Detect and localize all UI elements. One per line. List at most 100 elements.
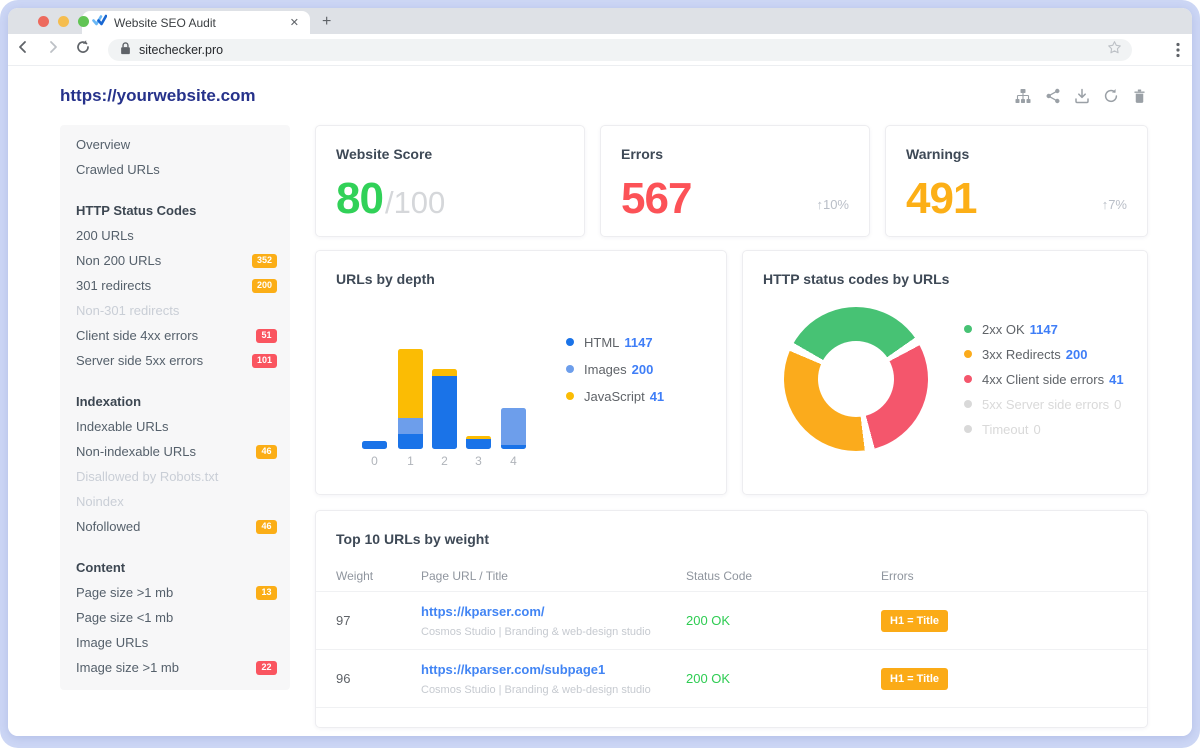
minimize-window-button[interactable] [58, 16, 69, 27]
star-icon[interactable] [1107, 40, 1122, 60]
legend-value: 1147 [1030, 322, 1058, 337]
legend-value: 200 [632, 362, 654, 377]
donut-legend-item-4xx-client-side-errors[interactable]: 4xx Client side errors41 [964, 372, 1124, 386]
legend-value: 200 [1066, 347, 1088, 362]
donut-legend-item-3xx-redirects[interactable]: 3xx Redirects 200 [964, 347, 1124, 361]
legend-dot [566, 338, 574, 346]
sidebar-item-page-size-1-mb[interactable]: Page size >1 mb 13 [60, 580, 290, 605]
share-icon[interactable] [1045, 88, 1061, 104]
bar-legend-item-images[interactable]: Images 200 [566, 362, 664, 376]
lock-icon[interactable] [120, 41, 131, 60]
tab-title: Website SEO Audit [114, 16, 287, 30]
menu-dots-icon[interactable] [1176, 42, 1180, 63]
table-body: 97https://kparser.com/Cosmos Studio | Br… [316, 592, 1147, 708]
legend-value: 1147 [624, 335, 652, 350]
legend-label: 3xx Redirects [982, 347, 1061, 362]
donut-legend-item-2xx-ok[interactable]: 2xx OK1147 [964, 322, 1124, 336]
refresh-icon[interactable] [1103, 88, 1119, 104]
summary-card-title: Errors [621, 146, 663, 162]
legend-label: 5xx Server side errors [982, 397, 1109, 412]
sidebar-item-indexable-urls[interactable]: Indexable URLs [60, 414, 290, 439]
new-tab-button[interactable]: + [322, 13, 331, 31]
legend-dot [964, 425, 972, 433]
sidebar-item-200-urls[interactable]: 200 URLs [60, 223, 290, 248]
sidebar-section-content: Content [60, 555, 290, 580]
bar-depth-1 [398, 349, 423, 449]
sidebar-item-label: Content [76, 560, 125, 575]
page-action-buttons [1014, 88, 1147, 104]
sidebar-item-nofollowed[interactable]: Nofollowed46 [60, 514, 290, 539]
count-badge: 352 [252, 254, 277, 268]
reload-icon[interactable] [68, 39, 98, 60]
donut-chart-title: HTTP status codes by URLs [763, 271, 949, 287]
bar-legend-item-html[interactable]: HTML1147 [566, 335, 664, 349]
count-badge: 22 [256, 661, 277, 675]
column-header-errors: Errors [881, 569, 1127, 583]
cell-status-code: 200 OK [686, 613, 881, 628]
url-bar[interactable]: sitechecker.pro [108, 39, 1132, 61]
count-badge: 101 [252, 354, 277, 368]
cell-errors: H1 = Title [881, 668, 1127, 690]
donut-legend-item-timeout: Timeout0 [964, 422, 1124, 436]
legend-label: Images [584, 362, 627, 377]
table-row: 96https://kparser.com/subpage1Cosmos Stu… [316, 650, 1147, 708]
donut-chart [784, 307, 928, 451]
bar-segment-javascript [398, 349, 423, 418]
bar-segment-javascript [432, 369, 457, 376]
maximize-window-button[interactable] [78, 16, 89, 27]
sidebar-item-image-urls[interactable]: Image URLs [60, 630, 290, 655]
sidebar-item-overview[interactable]: Overview [60, 132, 290, 157]
close-tab-icon[interactable]: ✕ [287, 16, 302, 29]
count-badge: 13 [256, 586, 277, 600]
trash-icon[interactable] [1132, 88, 1147, 104]
cell-weight: 97 [336, 613, 421, 628]
browser-tab[interactable]: Website SEO Audit ✕ [82, 11, 310, 34]
bar-legend-item-javascript[interactable]: JavaScript41 [566, 389, 664, 403]
desktop-frame: Website SEO Audit ✕ + sitechecker.pro [0, 0, 1200, 748]
sitemap-icon[interactable] [1014, 88, 1032, 104]
sidebar-item-page-size-1-mb[interactable]: Page size <1 mb [60, 605, 290, 630]
summary-value-row: 80/100 [336, 174, 445, 224]
sidebar-section-indexation: Indexation [60, 389, 290, 414]
page-url-link[interactable]: https://kparser.com/ [421, 604, 545, 619]
count-badge: 46 [256, 445, 277, 459]
x-axis-label: 0 [362, 454, 387, 468]
browser-window: Website SEO Audit ✕ + sitechecker.pro [8, 8, 1192, 736]
summary-delta: ↑10% [816, 197, 849, 212]
sidebar-item-non-200-urls[interactable]: Non 200 URLs 352 [60, 248, 290, 273]
sidebar-item-client-side-4xx-errors[interactable]: Client side 4xx errors51 [60, 323, 290, 348]
summary-row: Website Score80/100Errors567↑10%Warnings… [315, 125, 1148, 237]
sidebar-item-301-redirects[interactable]: 301 redirects200 [60, 273, 290, 298]
close-window-button[interactable] [38, 16, 49, 27]
audited-site-url: https://yourwebsite.com [60, 86, 256, 106]
page-title-subtext: Cosmos Studio | Branding & web-design st… [421, 626, 686, 638]
sidebar-item-image-size-1-mb[interactable]: Image size >1 mb22 [60, 655, 290, 680]
back-icon[interactable] [8, 39, 38, 60]
sidebar-item-non-indexable-urls[interactable]: Non-indexable URLs46 [60, 439, 290, 464]
table-header-row: Weight Page URL / Title Status Code Erro… [316, 561, 1147, 592]
page-url-link[interactable]: https://kparser.com/subpage1 [421, 662, 605, 677]
summary-value: 491 [906, 174, 976, 224]
cell-status-code: 200 OK [686, 671, 881, 686]
summary-card-title: Warnings [906, 146, 969, 162]
download-icon[interactable] [1074, 88, 1090, 104]
bar-chart-legend: HTML1147 Images 200 JavaScript41 [566, 335, 664, 403]
sidebar-item-label: Page size >1 mb [76, 585, 173, 600]
column-header-status-code: Status Code [686, 569, 881, 583]
dashboard-page: https://yourwebsite.com OverviewC [8, 66, 1192, 736]
table-title: Top 10 URLs by weight [316, 511, 1147, 561]
forward-icon[interactable] [38, 39, 68, 60]
sidebar-item-crawled-urls[interactable]: Crawled URLs [60, 157, 290, 182]
legend-value: 0 [1033, 422, 1040, 437]
count-badge: 51 [256, 329, 277, 343]
summary-value-row: 567 [621, 174, 691, 224]
bar-segment-images [398, 418, 423, 434]
summary-value-suffix: /100 [385, 185, 445, 221]
sidebar-item-label: 301 redirects [76, 278, 151, 293]
sidebar-item-label: Server side 5xx errors [76, 353, 203, 368]
legend-value: 0 [1114, 397, 1121, 412]
error-badge: H1 = Title [881, 610, 948, 632]
sidebar-item-server-side-5xx-errors[interactable]: Server side 5xx errors 101 [60, 348, 290, 373]
error-badge: H1 = Title [881, 668, 948, 690]
sidebar-item-label: Non 200 URLs [76, 253, 161, 268]
